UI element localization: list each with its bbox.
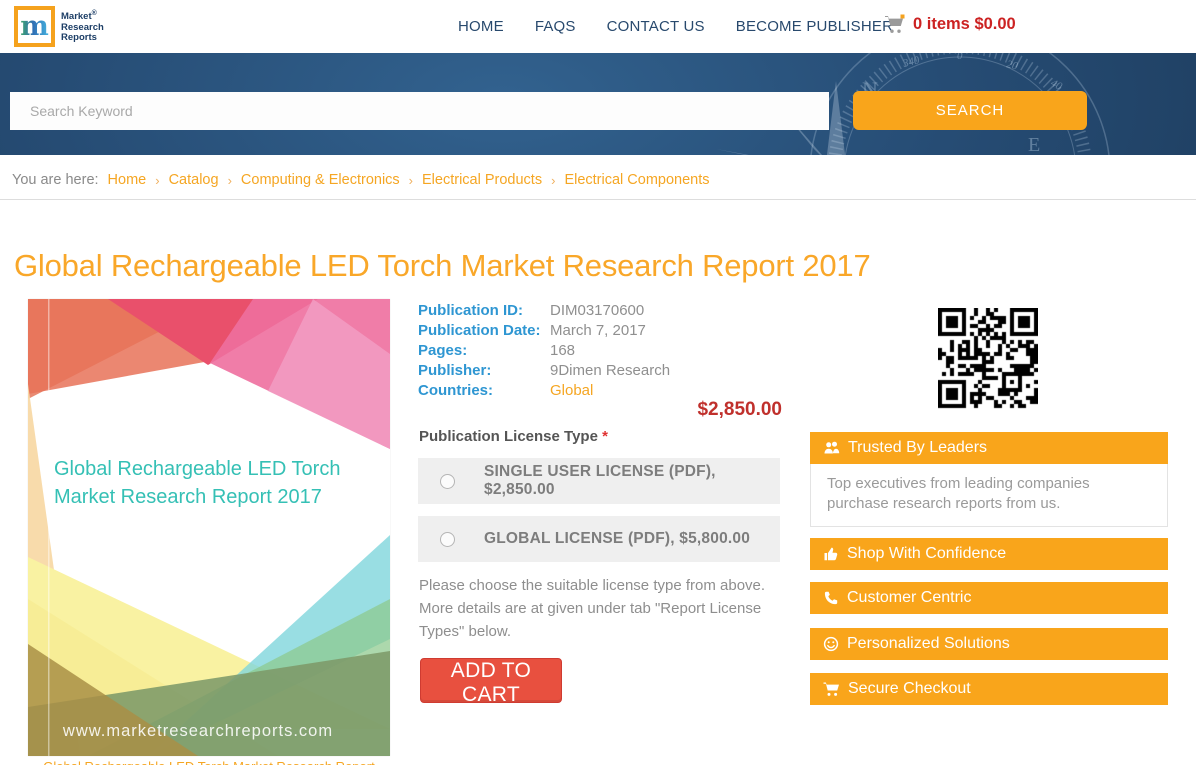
cover-title-line1: Global Rechargeable LED Torch	[54, 458, 341, 480]
radio-global-license[interactable]	[440, 531, 455, 547]
breadcrumb-computing-electronics[interactable]: Computing & Electronics	[241, 172, 400, 188]
cart-icon	[823, 682, 839, 696]
svg-text:20: 20	[1005, 58, 1019, 72]
banner-customer-centric: Customer Centric	[810, 582, 1168, 614]
detail-label: Pages:	[418, 342, 468, 359]
detail-label: Publisher:	[418, 362, 492, 379]
nav-home[interactable]: HOME	[458, 18, 504, 35]
detail-value: March 7, 2017	[550, 322, 646, 339]
breadcrumb-catalog[interactable]: Catalog	[169, 172, 219, 188]
license-note-text: Please choose the suitable license type …	[419, 577, 766, 640]
detail-label: Publication ID:	[418, 302, 523, 319]
detail-row-publication-id: Publication ID: DIM03170600	[418, 301, 782, 321]
breadcrumb: You are here: Home › Catalog › Computing…	[12, 172, 710, 188]
detail-value: 168	[550, 342, 576, 359]
breadcrumb-separator: ›	[408, 172, 414, 188]
main-nav: HOME FAQS CONTACT US BECOME PUBLISHER	[458, 18, 893, 35]
site-logo[interactable]: m Market® Research Reports	[14, 6, 104, 47]
page-title: Global Rechargeable LED Torch Market Res…	[14, 248, 871, 283]
nav-become-publisher[interactable]: BECOME PUBLISHER	[736, 18, 893, 35]
detail-row-publication-date: Publication Date: March 7, 2017	[418, 321, 782, 341]
banner-trusted-by-leaders: Trusted By Leaders	[810, 432, 1168, 464]
report-cover-image: Global Rechargeable LED Torch Market Res…	[28, 299, 390, 756]
license-option-global[interactable]: GLOBAL LICENSE (PDF), $5,800.00	[418, 516, 780, 562]
breadcrumb-bar: You are here: Home › Catalog › Computing…	[0, 155, 1196, 200]
banner-label: Customer Centric	[847, 589, 972, 606]
detail-value: DIM03170600	[550, 302, 645, 319]
license-label-text: Publication License Type	[419, 428, 598, 445]
banner-label: Trusted By Leaders	[848, 439, 988, 456]
top-header: m Market® Research Reports HOME FAQS CON…	[0, 0, 1196, 53]
banner-label: Shop With Confidence	[847, 545, 1007, 562]
logo-mark-box: m	[14, 6, 55, 47]
banner-shop-with-confidence: Shop With Confidence	[810, 538, 1168, 570]
banner-label: Personalized Solutions	[847, 635, 1010, 652]
publication-details: Publication ID: DIM03170600 Publication …	[418, 301, 782, 401]
nav-faqs[interactable]: FAQS	[535, 18, 576, 35]
detail-row-publisher: Publisher: 9Dimen Research	[418, 361, 782, 381]
logo-m-glyph: m	[20, 11, 49, 42]
countries-global-link[interactable]: Global	[550, 381, 593, 401]
trusted-by-leaders-text: Top executives from leading companies pu…	[810, 464, 1168, 527]
license-type-label: Publication License Type *	[419, 428, 608, 445]
search-button[interactable]: SEARCH	[853, 91, 1087, 130]
search-input[interactable]	[10, 92, 829, 130]
cover-title: Global Rechargeable LED Torch Market Res…	[54, 455, 354, 511]
page: m Market® Research Reports HOME FAQS CON…	[0, 0, 1196, 765]
breadcrumb-electrical-components[interactable]: Electrical Components	[564, 172, 709, 188]
breadcrumb-electrical-products[interactable]: Electrical Products	[422, 172, 542, 188]
smiley-icon	[823, 636, 839, 652]
detail-row-pages: Pages: 168	[418, 341, 782, 361]
detail-value: 9Dimen Research	[550, 362, 671, 379]
logo-wordmark: Market® Research Reports	[61, 9, 104, 44]
banner-secure-checkout: Secure Checkout	[810, 673, 1168, 705]
cover-title-line2: Market Research Report 2017	[54, 486, 322, 508]
license-option-single-user[interactable]: SINGLE USER LICENSE (PDF), $2,850.00	[418, 458, 780, 504]
logo-line1: Market	[61, 11, 92, 23]
hero-search-band: 340 0 20 40 N E SEARCH	[0, 53, 1196, 155]
add-to-cart-button[interactable]: ADD TO CART	[420, 658, 562, 706]
detail-label: Publication Date:	[418, 322, 541, 339]
detail-row-countries: Countries: Global	[418, 381, 782, 401]
radio-single-user-license[interactable]	[440, 473, 455, 489]
license-option-label: SINGLE USER LICENSE (PDF), $2,850.00	[484, 463, 716, 498]
cart-icon	[885, 14, 905, 33]
registered-mark: ®	[91, 10, 97, 18]
svg-text:E: E	[1028, 134, 1040, 155]
qr-code	[938, 308, 1038, 410]
phone-icon	[824, 591, 838, 605]
breadcrumb-separator: ›	[155, 172, 160, 188]
nav-contact-us[interactable]: CONTACT US	[607, 18, 705, 35]
users-icon	[824, 441, 840, 454]
cover-art	[28, 299, 390, 756]
logo-line3: Reports	[61, 32, 97, 44]
license-option-label: GLOBAL LICENSE (PDF), $5,800.00	[484, 530, 751, 547]
cover-caption-link[interactable]: Global Rechargeable LED Torch Market Res…	[28, 759, 390, 765]
breadcrumb-prefix: You are here:	[12, 172, 99, 188]
header-cart-link[interactable]: 0 items $0.00	[884, 14, 1016, 34]
breadcrumb-separator: ›	[551, 172, 556, 188]
banner-label: Secure Checkout	[848, 680, 971, 697]
price-value: $2,850.00	[697, 399, 782, 420]
breadcrumb-home[interactable]: Home	[108, 172, 147, 188]
cart-count-text: 0 items $0.00	[913, 14, 1016, 33]
banner-personalized-solutions: Personalized Solutions	[810, 628, 1168, 660]
breadcrumb-separator: ›	[227, 172, 232, 188]
svg-text:0: 0	[957, 53, 963, 62]
thumb-up-icon	[824, 547, 838, 561]
detail-label: Countries:	[418, 382, 493, 399]
cover-website-text: www.marketresearchreports.com	[62, 722, 334, 740]
required-asterisk: *	[602, 428, 608, 445]
svg-text:340: 340	[901, 54, 921, 70]
